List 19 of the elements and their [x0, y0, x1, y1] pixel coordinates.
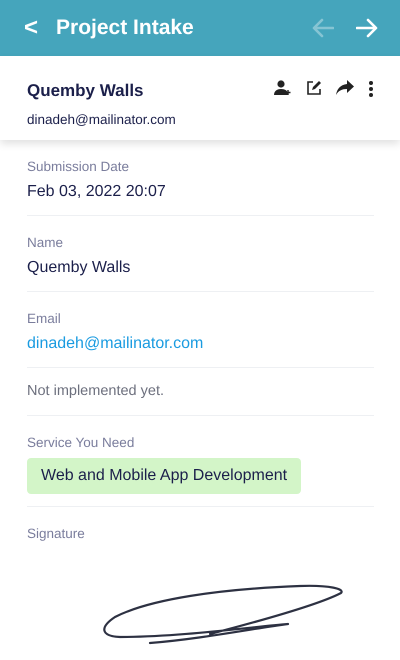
field-label: Name	[27, 234, 64, 252]
edit-icon[interactable]	[306, 80, 322, 96]
share-arrow-icon[interactable]	[336, 80, 354, 95]
more-options-icon[interactable]	[368, 80, 374, 98]
field-value: Quemby Walls	[27, 258, 132, 278]
submitter-email: dinadeh@mailinator.com	[27, 110, 176, 128]
field-value: Feb 03, 2022 20:07	[27, 182, 167, 202]
field-label: Submission Date	[27, 158, 130, 176]
notice-text: Not implemented yet.	[27, 382, 166, 401]
field-label: Email	[27, 310, 62, 328]
add-user-icon[interactable]	[274, 80, 292, 96]
submitter-name: Quemby Walls	[27, 80, 145, 102]
field-label: Service You Need	[27, 434, 136, 452]
back-button[interactable]: <	[24, 16, 38, 40]
right-arrow-icon[interactable]	[356, 18, 378, 38]
field-label: Signature	[27, 524, 86, 543]
screen-title: Project Intake	[56, 15, 195, 42]
service-tag: Web and Mobile App Development	[27, 458, 302, 494]
email-link[interactable]: dinadeh@mailinator.com	[27, 335, 204, 352]
